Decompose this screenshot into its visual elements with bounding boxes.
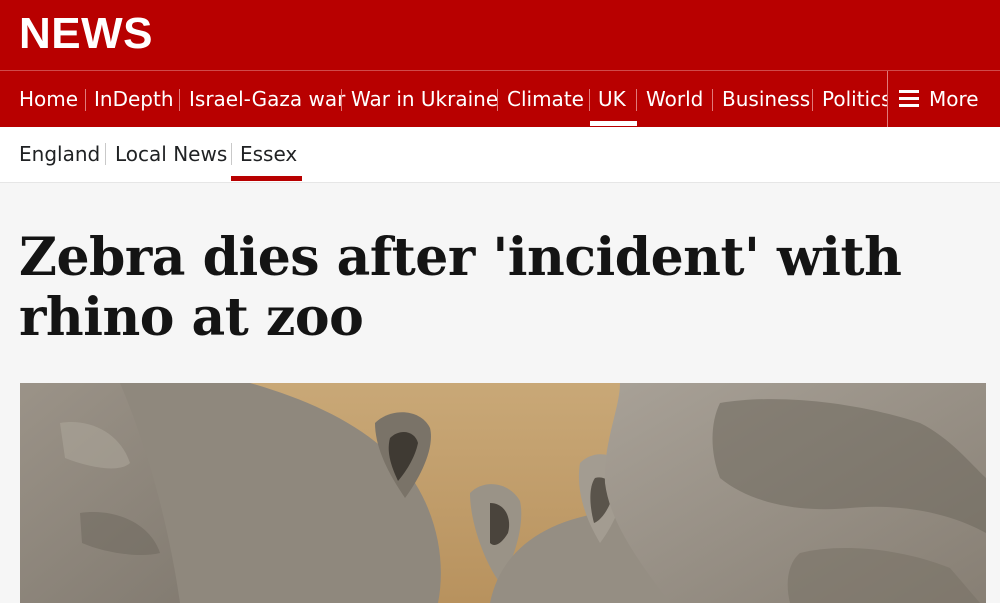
article-headline: Zebra dies after 'incident' with rhino a…: [19, 227, 902, 348]
nav-separator: [341, 89, 342, 111]
nav-item-israel-gaza-war[interactable]: Israel-Gaza war: [189, 71, 345, 127]
subnav-item-local-news[interactable]: Local News: [115, 127, 227, 181]
nav-separator: [497, 89, 498, 111]
secondary-nav: England Local News Essex: [0, 127, 1000, 183]
nav-item-politics[interactable]: Politics: [822, 71, 888, 127]
nav-item-world[interactable]: World: [646, 71, 703, 127]
primary-nav-items: Home InDepth Israel-Gaza war War in Ukra…: [0, 71, 888, 127]
nav-item-climate[interactable]: Climate: [507, 71, 584, 127]
nav-item-home[interactable]: Home: [19, 71, 78, 127]
site-header: NEWS: [0, 0, 1000, 70]
menu-icon: [899, 90, 919, 108]
rhino-photo: [20, 383, 986, 603]
nav-separator: [589, 89, 590, 111]
subnav-item-essex[interactable]: Essex: [240, 127, 297, 181]
primary-nav: Home InDepth Israel-Gaza war War in Ukra…: [0, 70, 1000, 127]
nav-item-uk[interactable]: UK: [598, 71, 626, 127]
nav-item-indepth[interactable]: InDepth: [94, 71, 174, 127]
subnav-separator: [231, 143, 232, 165]
nav-separator: [179, 89, 180, 111]
subnav-active-indicator: [231, 176, 302, 181]
nav-item-business[interactable]: Business: [722, 71, 810, 127]
more-label: More: [929, 87, 979, 111]
nav-separator: [85, 89, 86, 111]
news-logo[interactable]: NEWS: [19, 12, 153, 56]
nav-separator: [812, 89, 813, 111]
more-menu-button[interactable]: More: [887, 71, 1000, 127]
subnav-item-england[interactable]: England: [19, 127, 100, 181]
nav-separator: [712, 89, 713, 111]
nav-item-war-in-ukraine[interactable]: War in Ukraine: [351, 71, 498, 127]
hero-image: [20, 383, 986, 603]
subnav-separator: [105, 143, 106, 165]
nav-separator: [636, 89, 637, 111]
nav-active-indicator: [590, 121, 637, 126]
